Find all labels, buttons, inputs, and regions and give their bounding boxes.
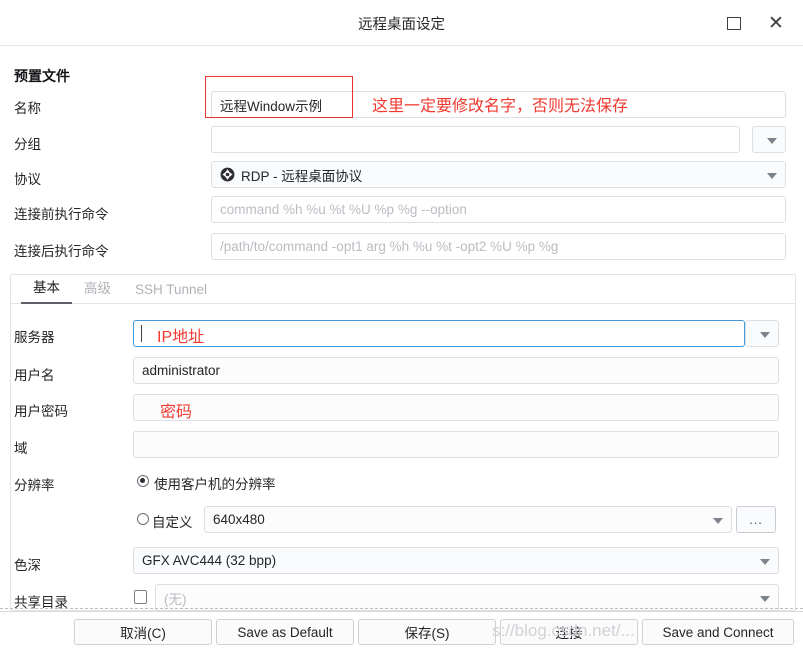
annotation-text-password: 密码	[160, 404, 193, 421]
radio-custom-resolution[interactable]	[137, 513, 149, 525]
radio-label-custom-resolution: 自定义	[152, 515, 193, 530]
rdp-protocol-icon	[220, 167, 235, 182]
tab-advanced[interactable]: 高级	[72, 274, 123, 303]
save-button[interactable]: 保存(S)	[358, 619, 496, 645]
custom-resolution-placeholder: 640x480	[213, 512, 265, 527]
tab-basic[interactable]: 基本	[21, 273, 72, 304]
label-name: 名称	[14, 101, 41, 116]
post-command-input[interactable]: /path/to/command -opt1 arg %h %u %t -opt…	[211, 233, 786, 260]
label-resolution: 分辨率	[14, 478, 55, 493]
window-title: 远程桌面设定	[358, 17, 445, 33]
label-post-command: 连接后执行命令	[14, 244, 109, 259]
label-username: 用户名	[14, 368, 55, 383]
password-input[interactable]	[133, 394, 779, 421]
maximize-square-icon	[727, 16, 741, 30]
connect-button[interactable]: 连接	[500, 619, 638, 645]
server-input[interactable]	[133, 320, 745, 347]
panel-divider	[0, 608, 803, 609]
cancel-button[interactable]: 取消(C)	[74, 619, 212, 645]
label-protocol: 协议	[14, 172, 41, 187]
dialog-action-bar: 取消(C) Save as Default 保存(S) 连接 Save and …	[0, 611, 803, 652]
annotation-text-name: 这里一定要修改名字，否则无法保存	[372, 98, 629, 115]
name-input-value: 远程Window示例	[220, 98, 323, 114]
label-server: 服务器	[14, 330, 55, 345]
radio-label-use-client-resolution: 使用客户机的分辨率	[154, 477, 276, 492]
annotation-text-server: IP地址	[157, 329, 205, 346]
label-color-depth: 色深	[14, 558, 41, 573]
share-folder-checkbox[interactable]	[134, 590, 147, 604]
label-password: 用户密码	[14, 404, 68, 419]
domain-input[interactable]	[133, 431, 779, 458]
maximize-button[interactable]	[719, 8, 749, 38]
resolution-browse-button[interactable]: ...	[736, 506, 776, 533]
close-x-icon: ✕	[768, 11, 784, 34]
tab-ssh-tunnel[interactable]: SSH Tunnel	[123, 279, 219, 303]
color-depth-value: GFX AVC444 (32 bpp)	[142, 553, 277, 568]
save-and-connect-button[interactable]: Save and Connect	[642, 619, 794, 645]
window-titlebar: 远程桌面设定 ✕	[0, 0, 803, 46]
post-command-placeholder: /path/to/command -opt1 arg %h %u %t -opt…	[220, 239, 559, 254]
group-input[interactable]	[211, 126, 740, 153]
label-domain: 域	[14, 441, 28, 456]
chevron-down-icon	[767, 172, 777, 179]
color-depth-select[interactable]: GFX AVC444 (32 bpp)	[133, 547, 779, 574]
protocol-value: RDP - 远程桌面协议	[241, 168, 363, 184]
pre-command-placeholder: command %h %u %t %U %p %g --option	[220, 202, 467, 217]
tab-strip: 基本 高级 SSH Tunnel	[11, 275, 795, 304]
chevron-down-icon	[760, 595, 770, 602]
text-caret	[141, 325, 142, 342]
save-as-default-button[interactable]: Save as Default	[216, 619, 354, 645]
chevron-down-icon	[713, 517, 723, 524]
custom-resolution-select[interactable]: 640x480	[204, 506, 732, 533]
label-pre-command: 连接前执行命令	[14, 207, 109, 222]
share-folder-select[interactable]: (无)	[155, 584, 779, 611]
chevron-down-icon	[760, 331, 770, 338]
section-title-profile: 预置文件	[14, 68, 70, 84]
pre-command-input[interactable]: command %h %u %t %U %p %g --option	[211, 196, 786, 223]
username-value: administrator	[142, 363, 221, 378]
username-input[interactable]: administrator	[133, 357, 779, 384]
server-dropdown-button[interactable]	[745, 320, 779, 347]
protocol-select[interactable]: RDP - 远程桌面协议	[211, 161, 786, 188]
share-folder-value: (无)	[164, 591, 187, 607]
close-button[interactable]: ✕	[761, 8, 791, 38]
chevron-down-icon	[767, 137, 777, 144]
label-group: 分组	[14, 137, 41, 152]
group-dropdown-button[interactable]	[752, 126, 786, 153]
radio-use-client-resolution[interactable]	[137, 475, 149, 487]
chevron-down-icon	[760, 558, 770, 565]
